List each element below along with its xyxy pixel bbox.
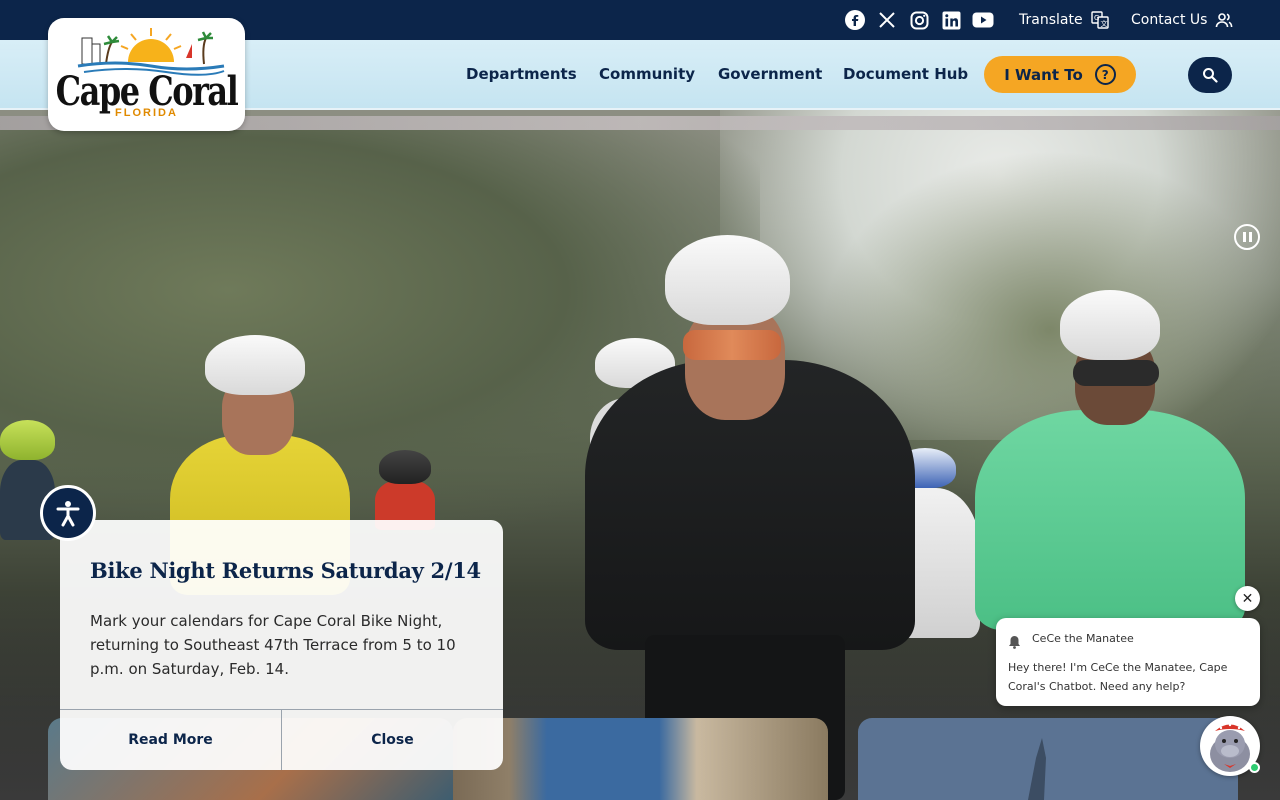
rider-black [585,235,915,800]
i-want-to-button[interactable]: I Want To ? [984,56,1136,93]
nav-community[interactable]: Community [599,65,695,83]
feature-card-2-image[interactable] [453,718,828,800]
search-button[interactable] [1188,57,1232,93]
question-icon: ? [1094,64,1116,85]
svg-text:文: 文 [1100,19,1107,28]
pause-icon-bar [1242,232,1246,242]
bell-icon [1009,636,1020,649]
sculpture-silhouette [1028,738,1046,800]
contact-label: Contact Us [1131,12,1208,28]
social-links [844,9,994,31]
chatbot-bubble[interactable]: CeCe the Manatee Hey there! I'm CeCe the… [996,618,1260,706]
news-title: Bike Night Returns Saturday 2/14 [90,558,481,583]
logo-state-name: FLORIDA [115,107,178,119]
close-card-button[interactable]: Close [281,710,503,770]
contact-people-icon [1216,13,1233,28]
search-icon [1203,68,1218,83]
nav-departments[interactable]: Departments [466,65,577,83]
pause-icon-bar [1248,232,1252,242]
slideshow-pause-button[interactable] [1234,224,1260,250]
rider-back-small [375,450,435,530]
news-actions: Read More Close [60,709,503,770]
contact-link[interactable]: Contact Us [1131,0,1233,40]
instagram-icon[interactable] [908,9,930,31]
news-alert-card: Bike Night Returns Saturday 2/14 Mark yo… [60,520,503,770]
chat-close-button[interactable]: ✕ [1235,586,1260,611]
chatbot-message: Hey there! I'm CeCe the Manatee, Cape Co… [1008,661,1228,693]
accessibility-icon [56,501,80,527]
translate-icon: G文 [1090,11,1109,29]
svg-text:G: G [1094,14,1099,22]
i-want-to-label: I Want To [1004,65,1083,84]
city-logo[interactable]: Cape Coral FLORIDA [48,18,245,131]
translate-link[interactable]: Translate G文 [1019,0,1109,40]
feature-card-3-image[interactable] [858,718,1238,800]
youtube-icon[interactable] [972,9,994,31]
chatbot-online-indicator [1249,762,1260,773]
accessibility-button[interactable] [40,485,96,541]
read-more-button[interactable]: Read More [60,710,281,770]
nav-document-hub[interactable]: Document Hub [843,65,968,83]
x-icon[interactable] [876,9,898,31]
facebook-icon[interactable] [844,9,866,31]
linkedin-icon[interactable] [940,9,962,31]
nav-government[interactable]: Government [718,65,822,83]
chatbot-name: CeCe the Manatee [1032,632,1134,645]
news-body: Mark your calendars for Cape Coral Bike … [90,612,456,678]
translate-label: Translate [1019,12,1083,28]
